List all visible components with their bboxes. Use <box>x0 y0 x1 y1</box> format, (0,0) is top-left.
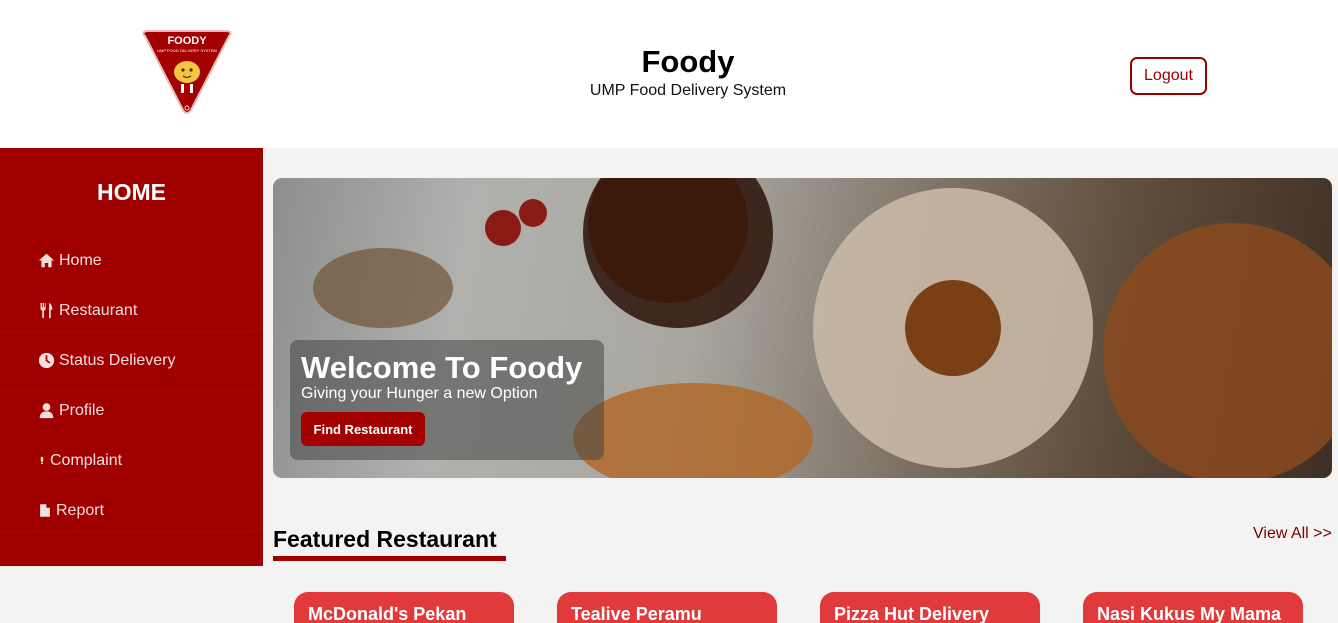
banner-title: Welcome To Foody <box>301 350 583 385</box>
sidebar-item-label: Status Delievery <box>59 351 176 369</box>
exclamation-icon <box>40 456 44 465</box>
sidebar-item-status-delivery[interactable]: Status Delievery <box>0 336 263 386</box>
sidebar-item-label: Profile <box>59 401 105 419</box>
featured-title: Featured Restaurant <box>273 526 497 552</box>
banner-subtitle: Giving your Hunger a new Option <box>301 385 538 402</box>
welcome-card: Welcome To Foody Giving your Hunger a ne… <box>290 340 604 460</box>
restaurant-card[interactable]: Pizza Hut Delivery <box>820 592 1040 623</box>
sidebar-item-label: Home <box>59 251 102 269</box>
sidebar-item-label: Report <box>56 501 105 519</box>
file-icon <box>40 504 50 517</box>
restaurant-card[interactable]: Nasi Kukus My Mama <box>1083 592 1303 623</box>
sidebar-item-label: Complaint <box>50 451 123 469</box>
logout-button[interactable]: Logout <box>1130 57 1207 95</box>
restaurant-card[interactable]: McDonald's Pekan <box>294 592 514 623</box>
restaurant-card[interactable]: Tealive Peramu <box>557 592 777 623</box>
sidebar-item-complaint[interactable]: Complaint <box>0 436 263 486</box>
view-all-link[interactable]: View All >> <box>1253 525 1332 543</box>
sidebar-item-profile[interactable]: Profile <box>0 386 263 436</box>
sidebar-item-restaurant[interactable]: Restaurant <box>0 286 263 336</box>
featured-underline <box>273 556 506 561</box>
sidebar-title: HOME <box>0 148 263 236</box>
sidebar-item-home[interactable]: Home <box>0 236 263 286</box>
utensils-icon <box>40 302 53 319</box>
header: FOODY UMP FOOD DELIVERY SYSTEM Foody UMP… <box>0 0 1338 148</box>
user-icon <box>39 403 54 419</box>
home-icon <box>38 253 55 268</box>
find-restaurant-button[interactable]: Find Restaurant <box>301 412 425 446</box>
clock-icon <box>38 352 55 369</box>
sidebar: HOME Home Restaurant Status Delievery Pr… <box>0 148 263 566</box>
sidebar-item-report[interactable]: Report <box>0 486 263 536</box>
hero-banner: Welcome To Foody Giving your Hunger a ne… <box>273 178 1332 478</box>
sidebar-item-label: Restaurant <box>59 301 138 319</box>
